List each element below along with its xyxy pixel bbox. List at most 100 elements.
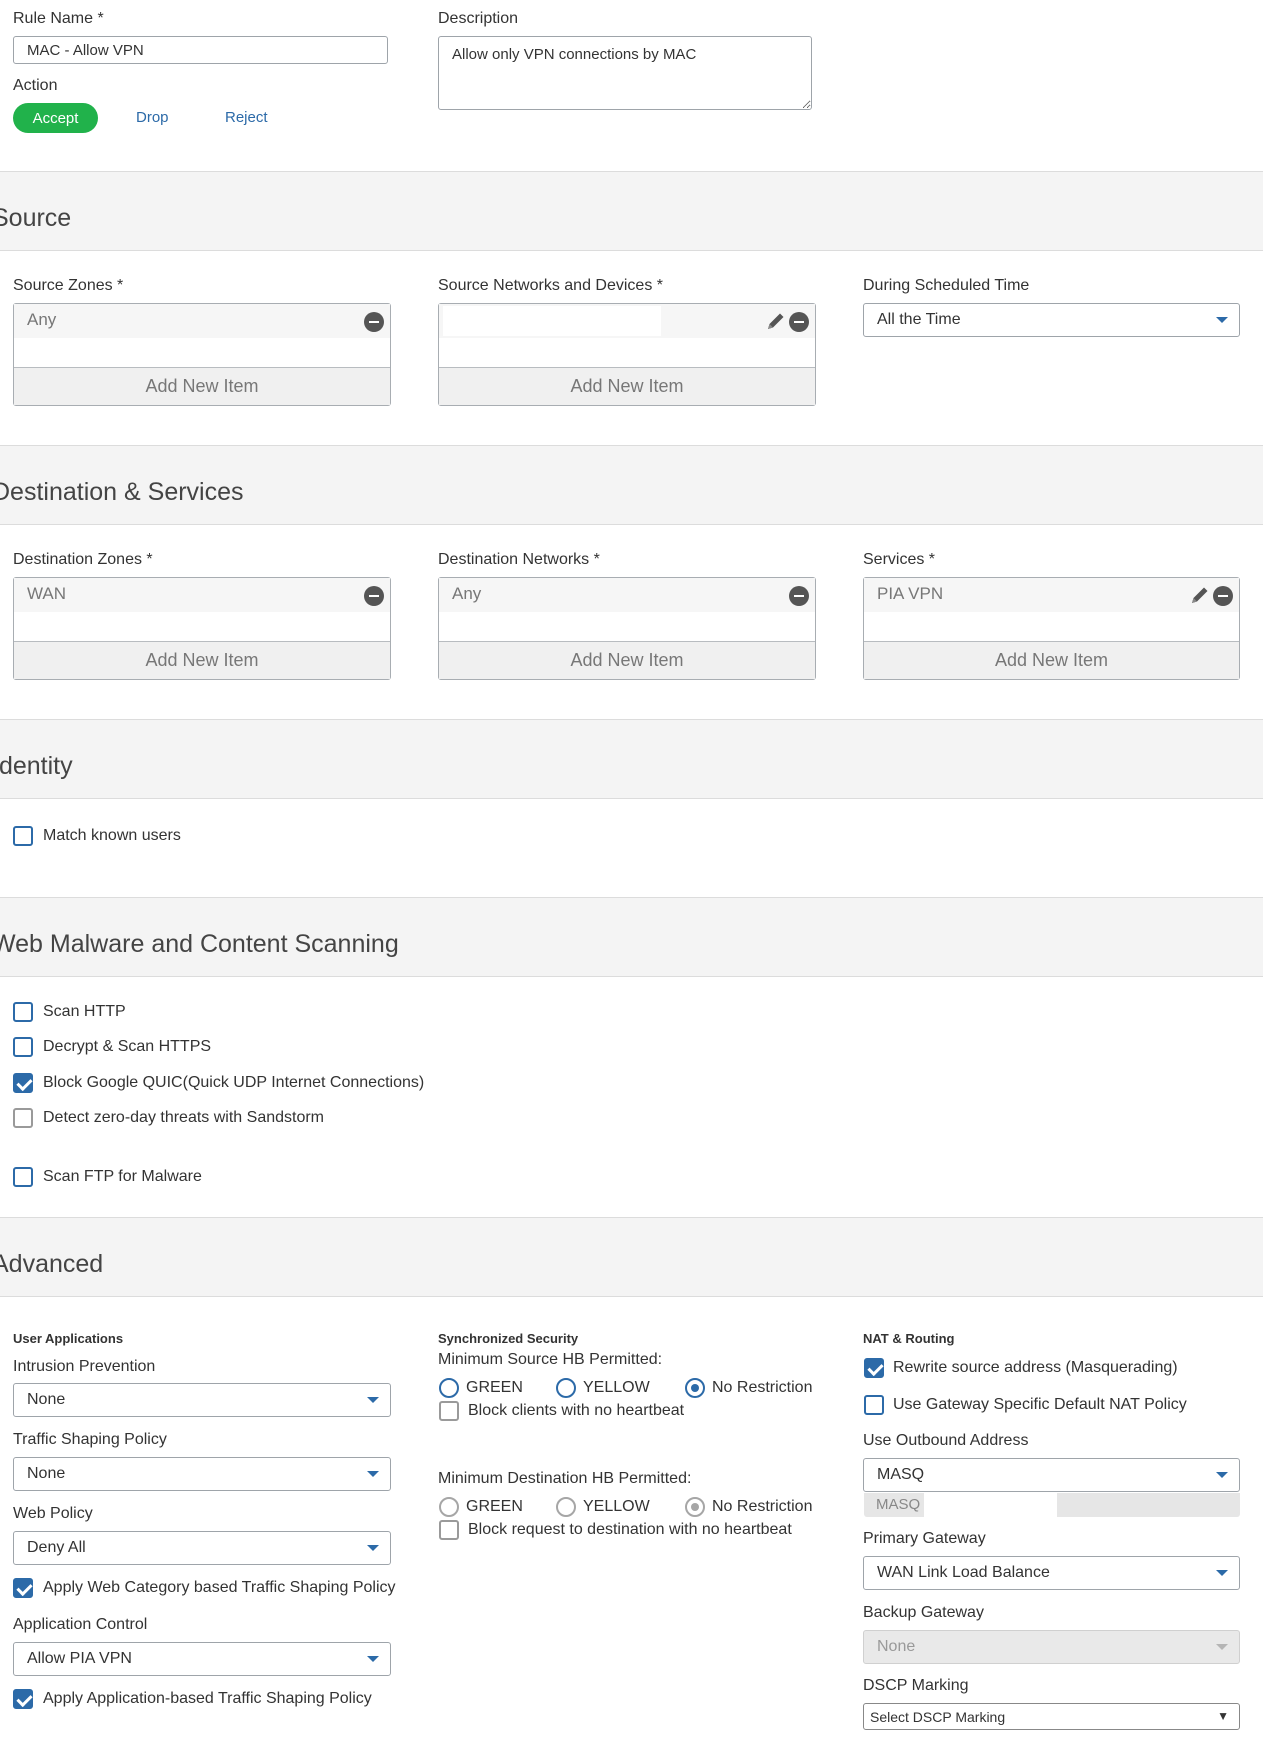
user-applications-heading: User Applications — [13, 1331, 124, 1346]
add-new-item-button[interactable]: Add New Item — [14, 367, 390, 405]
source-hb-no-restriction-label: No Restriction — [712, 1379, 813, 1396]
outbound-address-label: Use Outbound Address — [863, 1432, 1029, 1449]
rule-name-input[interactable]: MAC - Allow VPN — [13, 36, 388, 64]
app-shaping-checkbox[interactable] — [13, 1689, 33, 1709]
block-request-checkbox[interactable] — [439, 1520, 459, 1540]
source-hb-no-restriction-radio[interactable] — [685, 1378, 705, 1398]
scan-ftp-label: Scan FTP for Malware — [43, 1168, 202, 1185]
destination-network-value: Any — [452, 584, 482, 603]
decrypt-scan-https-label: Decrypt & Scan HTTPS — [43, 1038, 212, 1055]
list-item — [439, 304, 815, 338]
reject-button[interactable]: Reject — [225, 109, 268, 126]
nat-routing-heading: NAT & Routing — [863, 1331, 955, 1346]
intrusion-prevention-select[interactable]: None — [13, 1383, 391, 1417]
identity-section-title: Identity — [0, 752, 73, 780]
destination-zone-value: WAN — [27, 584, 67, 603]
primary-gateway-select[interactable]: WAN Link Load Balance — [863, 1556, 1240, 1590]
chevron-down-icon — [1216, 317, 1228, 323]
drop-button[interactable]: Drop — [136, 109, 169, 126]
dest-hb-no-restriction-label: No Restriction — [712, 1498, 813, 1515]
remove-icon[interactable] — [789, 312, 809, 332]
scan-ftp-checkbox[interactable] — [13, 1167, 33, 1187]
list-item: Any — [14, 304, 390, 338]
outbound-address-select[interactable]: MASQ — [863, 1458, 1240, 1492]
dest-hb-green-label: GREEN — [466, 1498, 523, 1515]
outbound-address-sub-value: MASQ — [876, 1496, 921, 1513]
intrusion-prevention-label: Intrusion Prevention — [13, 1358, 156, 1375]
edit-pencil-icon[interactable] — [1189, 584, 1211, 606]
gateway-nat-label: Use Gateway Specific Default NAT Policy — [893, 1396, 1187, 1413]
traffic-shaping-label: Traffic Shaping Policy — [13, 1431, 167, 1448]
min-dest-hb-label: Minimum Destination HB Permitted: — [438, 1470, 692, 1487]
add-new-item-button[interactable]: Add New Item — [439, 641, 815, 679]
dscp-marking-select[interactable]: Select DSCP Marking ▼ — [863, 1703, 1240, 1730]
match-known-users-checkbox[interactable] — [13, 826, 33, 846]
source-hb-green-radio[interactable] — [439, 1378, 459, 1398]
dest-hb-yellow-radio[interactable] — [556, 1497, 576, 1517]
scan-http-checkbox[interactable] — [13, 1002, 33, 1022]
backup-gateway-label: Backup Gateway — [863, 1604, 984, 1621]
remove-icon[interactable] — [789, 586, 809, 606]
application-control-select[interactable]: Allow PIA VPN — [13, 1642, 391, 1676]
scanning-section-title: Web Malware and Content Scanning — [0, 930, 399, 958]
destination-section-header: Destination & Services — [0, 445, 1263, 525]
rule-name-label: Rule Name * — [13, 10, 104, 27]
web-category-shaping-checkbox[interactable] — [13, 1578, 33, 1598]
web-policy-label: Web Policy — [13, 1505, 93, 1522]
backup-gateway-value: None — [877, 1638, 916, 1655]
scan-http-label: Scan HTTP — [43, 1003, 126, 1020]
schedule-select[interactable]: All the Time — [863, 303, 1240, 337]
dscp-marking-value: Select DSCP Marking — [870, 1708, 1006, 1725]
primary-gateway-label: Primary Gateway — [863, 1530, 986, 1547]
chevron-down-icon — [367, 1471, 379, 1477]
outbound-address-value: MASQ — [877, 1466, 925, 1483]
outbound-address-subrow: MASQ — [864, 1493, 1240, 1517]
gateway-nat-checkbox[interactable] — [864, 1395, 884, 1415]
advanced-section-title: Advanced — [0, 1250, 104, 1278]
source-zones-label: Source Zones * — [13, 277, 124, 294]
app-shaping-label: Apply Application-based Traffic Shaping … — [43, 1690, 372, 1707]
remove-icon[interactable] — [1213, 586, 1233, 606]
remove-icon[interactable] — [364, 312, 384, 332]
application-control-label: Application Control — [13, 1616, 148, 1633]
advanced-section-header: Advanced — [0, 1217, 1263, 1297]
remove-icon[interactable] — [364, 586, 384, 606]
description-textarea[interactable]: Allow only VPN connections by MAC — [438, 36, 812, 110]
schedule-value: All the Time — [877, 311, 961, 328]
services-list: PIA VPN Add New Item — [863, 577, 1240, 680]
services-label: Services * — [863, 551, 936, 568]
service-value: PIA VPN — [877, 584, 944, 603]
source-network-value — [443, 306, 661, 336]
identity-section-header: Identity — [0, 719, 1263, 799]
dest-hb-no-restriction-radio[interactable] — [685, 1497, 705, 1517]
traffic-shaping-select[interactable]: None — [13, 1457, 391, 1491]
edit-pencil-icon[interactable] — [765, 310, 787, 332]
destination-zones-label: Destination Zones * — [13, 551, 153, 568]
chevron-down-icon — [367, 1397, 379, 1403]
web-policy-value: Deny All — [27, 1539, 86, 1556]
dest-hb-green-radio[interactable] — [439, 1497, 459, 1517]
add-new-item-button[interactable]: Add New Item — [439, 367, 815, 405]
chevron-down-icon — [1216, 1570, 1228, 1576]
source-hb-yellow-label: YELLOW — [583, 1379, 650, 1396]
block-quic-checkbox[interactable] — [13, 1073, 33, 1093]
web-policy-select[interactable]: Deny All — [13, 1531, 391, 1565]
add-new-item-button[interactable]: Add New Item — [864, 641, 1239, 679]
destination-networks-label: Destination Networks * — [438, 551, 600, 568]
sandstorm-checkbox[interactable] — [13, 1108, 33, 1128]
dscp-marking-label: DSCP Marking — [863, 1677, 969, 1694]
rewrite-source-checkbox[interactable] — [864, 1358, 884, 1378]
source-zones-list: Any Add New Item — [13, 303, 391, 406]
dest-hb-yellow-label: YELLOW — [583, 1498, 650, 1515]
intrusion-prevention-value: None — [27, 1391, 66, 1408]
block-clients-checkbox[interactable] — [439, 1401, 459, 1421]
list-item: Any — [439, 578, 815, 612]
decrypt-scan-https-checkbox[interactable] — [13, 1037, 33, 1057]
source-hb-yellow-radio[interactable] — [556, 1378, 576, 1398]
list-item: PIA VPN — [864, 578, 1239, 612]
add-new-item-button[interactable]: Add New Item — [14, 641, 390, 679]
accept-button[interactable]: Accept — [13, 103, 98, 133]
rewrite-source-label: Rewrite source address (Masquerading) — [893, 1359, 1178, 1376]
chevron-down-icon — [1216, 1472, 1228, 1478]
source-hb-green-label: GREEN — [466, 1379, 523, 1396]
